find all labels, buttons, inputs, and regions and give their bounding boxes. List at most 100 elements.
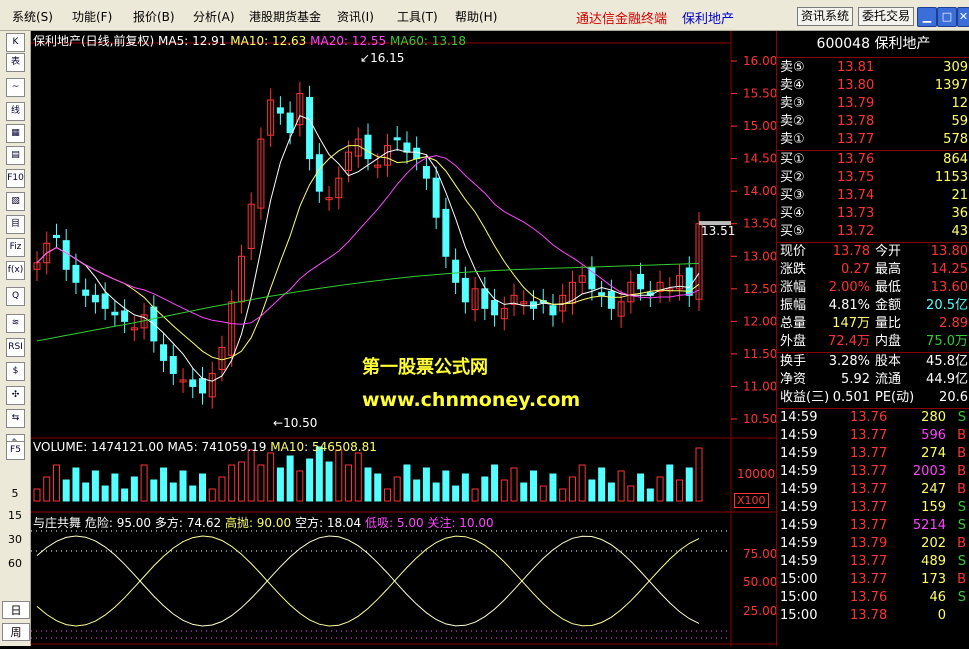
period-3[interactable]: 日 <box>2 601 30 619</box>
volume-bar <box>208 488 216 502</box>
volume-bar <box>199 473 206 502</box>
indicator-tick-75: 75.00 <box>743 547 778 561</box>
f5-icon[interactable]: F5 <box>6 441 25 460</box>
volume-bar <box>335 449 343 502</box>
volume-bar <box>637 473 645 502</box>
last-price-label: 13.51 <box>701 224 736 238</box>
volume-header: VOLUME: 1474121.00 MA5: 741059.19 MA10: … <box>33 440 377 454</box>
menu-6[interactable]: 工具(T) <box>397 8 438 25</box>
bid-row: 买① 13.76 864 <box>780 152 968 167</box>
stat-row: 现价 13.78 今开 13.80 <box>780 244 968 259</box>
minimize-button[interactable]: ▁ <box>917 7 937 27</box>
period-0[interactable]: 15 <box>2 509 28 522</box>
toolbar-icon-9[interactable]: Fiz <box>6 238 25 257</box>
volume-bar <box>530 470 537 502</box>
volume-bar <box>179 470 187 502</box>
volume-bar <box>52 464 60 502</box>
volume-bar <box>72 467 80 502</box>
maximize-button[interactable]: □ <box>937 7 957 27</box>
period-4[interactable]: 周 <box>2 623 30 641</box>
watermark-url: www.chnmoney.com <box>362 389 581 411</box>
indicator-bear: 空方: 18.04 <box>294 516 362 530</box>
volume-bar <box>539 485 547 502</box>
toolbar-icon-5[interactable]: ▤ <box>6 146 25 165</box>
candle-body <box>306 96 314 160</box>
left-toolbar: K表~线▦▤F10▧目Fizf(x)Q≋RSI$✣⇆✎F5 153060日周 5 <box>0 31 31 646</box>
toolbar-icon-4[interactable]: ▦ <box>6 124 25 143</box>
period-2[interactable]: 60 <box>2 557 28 570</box>
toolbar-icon-14[interactable]: $ <box>6 362 25 381</box>
price-tick-3: 14.50 <box>743 152 776 166</box>
volume-scale-label: 5 <box>11 487 19 500</box>
high-price-label: ↙16.15 <box>360 51 405 65</box>
ask-row: 卖③ 13.79 12 <box>780 96 968 111</box>
trade-button[interactable]: 委托交易 <box>858 7 915 26</box>
toolbar-icon-2[interactable]: ~ <box>6 78 25 97</box>
volume-bar <box>481 476 489 502</box>
volume-bar <box>656 476 664 502</box>
volume-bar <box>111 473 119 502</box>
toolbar-icon-10[interactable]: f(x) <box>6 261 25 280</box>
price-tick-7: 12.50 <box>743 282 776 296</box>
menu-7[interactable]: 帮助(H) <box>455 8 497 25</box>
menu-3[interactable]: 分析(A) <box>193 8 235 25</box>
volume-bar <box>257 464 265 502</box>
volume-bar <box>374 473 382 502</box>
candle-body <box>101 293 109 309</box>
volume-bar <box>364 467 372 502</box>
volume-bar <box>218 476 226 502</box>
indicator-name: 与庄共舞 <box>33 516 82 530</box>
tick-row: 14:59 13.77 274 B <box>780 446 966 461</box>
menu-5[interactable]: 资讯(I) <box>337 8 374 25</box>
volume-bar <box>286 455 294 502</box>
indicator-bull-line <box>36 535 700 627</box>
volume-bar <box>354 452 362 502</box>
candle-body <box>199 378 206 394</box>
kline-chart: 16.00 15.50 15.00 14.50 14.00 13.50 13.00 12.50… <box>31 31 777 646</box>
candle-body <box>432 177 440 218</box>
volume-bars-group <box>33 446 703 502</box>
volume-bar <box>315 446 323 502</box>
menu-1[interactable]: 功能(F) <box>72 8 112 25</box>
period-1[interactable]: 30 <box>2 533 28 546</box>
tick-row: 14:59 13.79 202 B <box>780 536 966 551</box>
quote-header: 600048 保利地产 <box>777 31 969 58</box>
menu-0[interactable]: 系统(S) <box>12 8 53 25</box>
fund-row: 净资 5.92 流通 44.9亿 <box>780 372 968 387</box>
candle-body <box>82 289 90 296</box>
toolbar-icon-13[interactable]: RSI <box>6 338 25 357</box>
volume-bar <box>43 476 51 502</box>
volume-bar <box>325 461 333 502</box>
price-tick-0: 16.00 <box>743 54 776 68</box>
news-system-button[interactable]: 资讯系统 <box>797 7 854 26</box>
toolbar-icon-6[interactable]: F10 <box>6 169 25 188</box>
close-button[interactable]: ✕ <box>957 7 969 27</box>
volume-bar <box>617 470 625 502</box>
volume-unit-badge[interactable]: X100 <box>734 493 769 508</box>
toolbar-icon-12[interactable]: ≋ <box>6 314 25 333</box>
indicator-danger: 危险: 95.00 <box>84 516 152 530</box>
toolbar-icon-1[interactable]: 表 <box>6 53 25 72</box>
menu-2[interactable]: 报价(B) <box>133 8 175 25</box>
candle-body <box>422 165 430 179</box>
volume-bar <box>588 479 596 502</box>
toolbar-icon-16[interactable]: ⇆ <box>6 409 25 428</box>
toolbar-icon-7[interactable]: ▧ <box>6 192 25 211</box>
ma60-line <box>36 262 700 342</box>
toolbar-icon-15[interactable]: ✣ <box>6 386 25 405</box>
volume-bar <box>393 476 401 502</box>
toolbar-icon-3[interactable]: 线 <box>6 102 25 121</box>
ask-row: 卖④ 13.80 1397 <box>780 78 968 93</box>
volume-bar <box>607 482 615 502</box>
volume-bar <box>442 470 450 502</box>
toolbar-icon-0[interactable]: K <box>6 33 25 52</box>
volume-bar <box>267 452 275 502</box>
candle-body <box>403 142 411 153</box>
toolbar-icon-11[interactable]: Q <box>6 287 25 306</box>
volume-bar <box>189 485 197 502</box>
toolbar-icon-8[interactable]: 目 <box>6 215 25 234</box>
menu-4[interactable]: 港股期货基金 <box>249 8 321 25</box>
low-price-label: ←10.50 <box>273 416 318 430</box>
indicator-bear-line <box>36 535 700 627</box>
bid-row: 买④ 13.73 36 <box>780 206 968 221</box>
